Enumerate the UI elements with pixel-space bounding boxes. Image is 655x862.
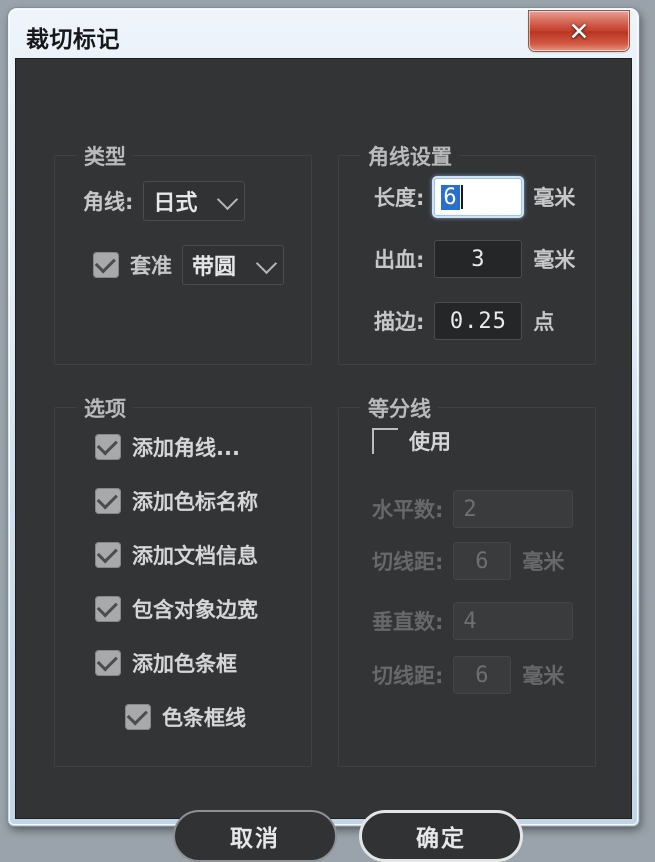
vertical-offset-value: 6 [475,662,490,688]
horizontal-offset-input[interactable]: 6 [453,542,512,580]
registration-dropdown[interactable]: 带圆 [182,245,284,285]
option-add-swatch-names[interactable]: 添加色标名称 [95,486,258,516]
stroke-row: 描边: 0.25 点 [374,302,554,340]
option-add-color-bar[interactable]: 添加色条框 [95,648,237,678]
group-divider-lines: 等分线 使用 水平数: 2 切线距: 6 毫米 垂直数: 4 切线距: 6 毫米 [338,393,596,767]
registration-value: 带圆 [192,255,237,280]
dialog-title: 裁切标记 [26,27,120,53]
length-row: 长度: 6 毫米 [374,178,575,216]
checkbox[interactable] [125,704,151,730]
checkbox[interactable] [95,488,121,514]
option-label: 添加文档信息 [132,544,258,568]
bleed-input[interactable]: 3 [434,240,523,278]
corner-line-row: 角线: 日式 [83,181,246,221]
registration-checkbox[interactable] [93,252,119,278]
ok-button[interactable]: 确定 [359,810,523,862]
horizontal-count-row: 水平数: 2 [372,490,574,528]
title-bar: 裁切标记 ✕ [15,11,632,58]
horizontal-count-value: 2 [463,496,478,522]
bleed-label: 出血: [374,248,425,272]
ok-button-label: 确定 [416,826,466,852]
group-divider-lines-title: 等分线 [361,393,438,423]
option-label: 包含对象边宽 [132,598,258,622]
length-label: 长度: [374,186,425,210]
length-value: 6 [441,184,460,210]
horizontal-offset-label: 切线距: [372,550,444,574]
vertical-count-input[interactable]: 4 [453,602,574,640]
registration-row: 套准 带圆 [93,245,284,285]
check-icon [126,704,148,726]
option-label: 添加色标名称 [132,490,258,514]
option-label: 色条框线 [162,706,246,730]
check-icon [96,542,118,564]
registration-label: 套准 [130,254,172,278]
length-input[interactable]: 6 [434,178,523,216]
corner-line-dropdown[interactable]: 日式 [143,181,246,221]
bleed-row: 出血: 3 毫米 [374,240,575,278]
dialog-window: 裁切标记 ✕ 类型 角线: 日式 套准 带圆 角线设置 长度: 6 毫米 出血:… [8,8,639,862]
divider-enable-row[interactable]: 使用 [372,426,451,456]
group-options-title: 选项 [77,393,133,423]
horizontal-offset-row: 切线距: 6 毫米 [372,542,564,580]
checkbox[interactable] [95,650,121,676]
stroke-input[interactable]: 0.25 [434,302,523,340]
checkbox[interactable] [95,596,121,622]
dialog-body: 类型 角线: 日式 套准 带圆 角线设置 长度: 6 毫米 出血: 3 毫米 描… [15,58,632,862]
checkbox[interactable] [95,434,121,460]
length-unit: 毫米 [533,186,576,210]
check-icon [96,434,118,456]
group-options: 选项 添加角线... 添加色标名称 添加文档信息 包含对象边宽 添加色条框 色条… [54,393,312,767]
bleed-value: 3 [471,246,486,272]
horizontal-offset-unit: 毫米 [522,550,565,574]
text-caret [460,185,463,209]
divider-enable-checkbox[interactable] [372,428,398,454]
option-color-bar-frame-line[interactable]: 色条框线 [125,702,246,732]
vertical-offset-label: 切线距: [372,664,444,688]
corner-line-value: 日式 [153,191,198,216]
chevron-down-icon [217,188,239,211]
option-label: 添加角线... [132,436,240,460]
option-add-doc-info[interactable]: 添加文档信息 [95,540,258,570]
checkbox[interactable] [95,542,121,568]
group-type-title: 类型 [77,141,133,171]
group-corner-settings-title: 角线设置 [361,141,459,171]
option-add-corner-lines[interactable]: 添加角线... [95,432,240,462]
check-icon [96,488,118,510]
vertical-offset-input[interactable]: 6 [453,656,512,694]
vertical-count-label: 垂直数: [372,610,444,634]
stroke-value: 0.25 [449,308,507,334]
check-icon [94,252,116,274]
corner-line-label: 角线: [83,190,134,214]
check-icon [96,650,118,672]
horizontal-count-input[interactable]: 2 [453,490,574,528]
divider-enable-label: 使用 [409,430,451,454]
option-include-object-width[interactable]: 包含对象边宽 [95,594,258,624]
option-label: 添加色条框 [132,652,237,676]
check-icon [96,596,118,618]
group-type: 类型 角线: 日式 套准 带圆 [54,141,312,365]
chevron-down-icon [255,252,278,275]
close-icon: ✕ [568,16,590,46]
vertical-count-row: 垂直数: 4 [372,602,574,640]
group-corner-settings: 角线设置 长度: 6 毫米 出血: 3 毫米 描边: 0.25 点 [338,141,596,365]
vertical-offset-unit: 毫米 [522,664,565,688]
vertical-offset-row: 切线距: 6 毫米 [372,656,564,694]
cancel-button-label: 取消 [230,826,280,852]
close-button[interactable]: ✕ [529,11,629,51]
stroke-unit: 点 [533,310,555,334]
vertical-count-value: 4 [463,608,478,634]
cancel-button[interactable]: 取消 [173,810,337,862]
bleed-unit: 毫米 [533,248,576,272]
horizontal-offset-value: 6 [475,548,490,574]
horizontal-count-label: 水平数: [372,498,444,522]
stroke-label: 描边: [374,310,425,334]
